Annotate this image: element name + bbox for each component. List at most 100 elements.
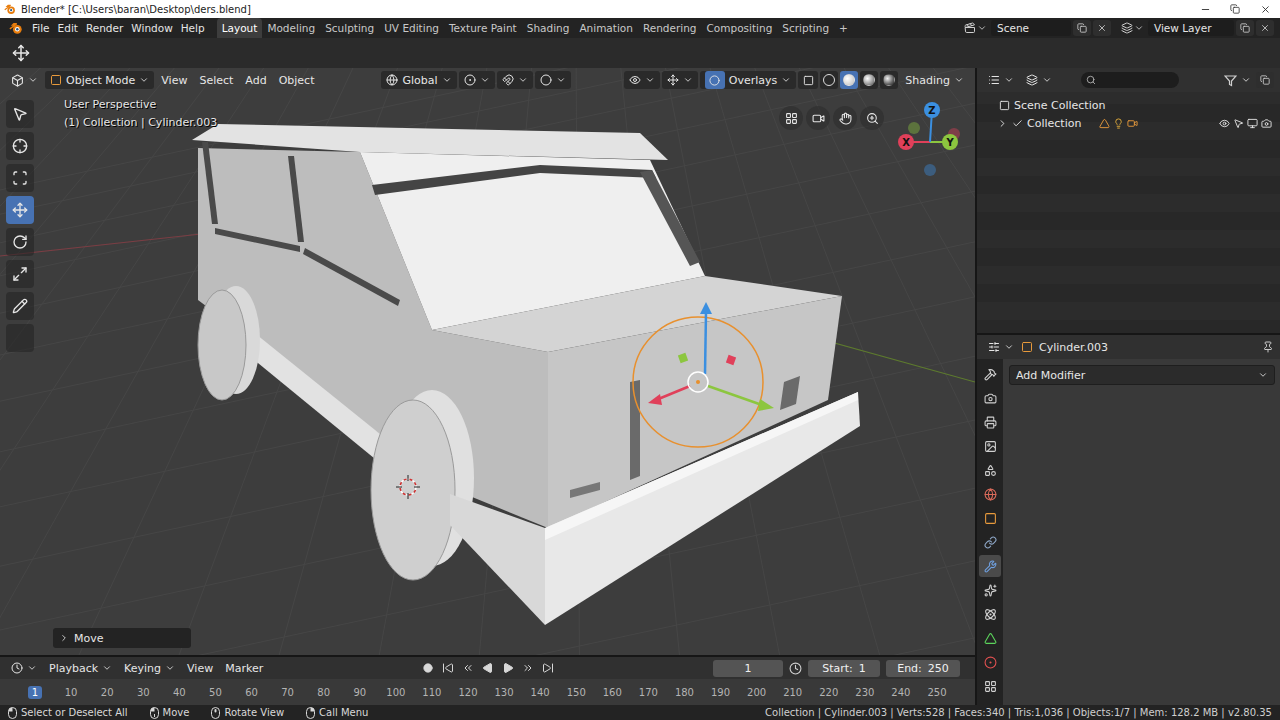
top-menu-item[interactable]: File bbox=[28, 19, 54, 37]
next-keyframe-button[interactable] bbox=[519, 659, 537, 677]
constraints-tab[interactable] bbox=[979, 531, 1001, 553]
outliner-row[interactable]: Scene Collection bbox=[977, 96, 1280, 114]
prev-keyframe-button[interactable] bbox=[459, 659, 477, 677]
add-modifier-dropdown[interactable]: Add Modifier bbox=[1009, 365, 1275, 385]
workspace-tab[interactable]: Scripting bbox=[777, 18, 834, 38]
render-tab[interactable] bbox=[979, 387, 1001, 409]
gizmo-button[interactable] bbox=[662, 71, 698, 89]
top-menu-item[interactable]: Window bbox=[127, 19, 176, 37]
editor-type-button[interactable] bbox=[983, 338, 1019, 356]
workspace-tab[interactable]: Animation bbox=[574, 18, 638, 38]
view-layer-name-field[interactable]: View Layer bbox=[1148, 20, 1234, 36]
shading-mode-button[interactable] bbox=[880, 71, 898, 89]
data-tab[interactable] bbox=[979, 627, 1001, 649]
render-visibility-icon[interactable] bbox=[1261, 118, 1272, 129]
viewport-visibility-icon[interactable] bbox=[1247, 118, 1258, 129]
new-collection-button[interactable] bbox=[1256, 72, 1274, 88]
visibility-button[interactable] bbox=[624, 71, 660, 89]
gizmo-axis[interactable]: Z bbox=[924, 102, 940, 176]
outliner-search-field[interactable] bbox=[1081, 72, 1179, 88]
new-scene-button[interactable] bbox=[1073, 20, 1091, 36]
filter-button[interactable] bbox=[1219, 71, 1256, 89]
jump-start-button[interactable] bbox=[439, 659, 457, 677]
delete-scene-button[interactable] bbox=[1093, 20, 1111, 36]
measure-tool-button[interactable] bbox=[6, 324, 34, 352]
tool-tab[interactable] bbox=[979, 363, 1001, 385]
timeline-menu-item[interactable]: Keying bbox=[119, 659, 180, 677]
active-tool-move-icon[interactable] bbox=[12, 44, 30, 62]
viewport-menu-item[interactable]: View bbox=[156, 71, 192, 89]
top-menu-item[interactable]: Render bbox=[82, 19, 127, 37]
eye-icon[interactable] bbox=[1219, 118, 1230, 129]
top-menu-item[interactable]: Help bbox=[177, 19, 209, 37]
cursor-tool-button[interactable] bbox=[6, 132, 34, 160]
blender-menu-button[interactable] bbox=[4, 18, 28, 38]
record-button[interactable] bbox=[419, 659, 437, 677]
selectable-icon[interactable] bbox=[1233, 118, 1244, 129]
minimize-button[interactable] bbox=[1190, 0, 1220, 18]
frame-ruler[interactable]: 1102030405060708090100110120130140150160… bbox=[0, 679, 975, 705]
workspace-tab[interactable]: Shading bbox=[522, 18, 575, 38]
top-menu-item[interactable]: Edit bbox=[54, 19, 82, 37]
scale-tool-button[interactable] bbox=[6, 260, 34, 288]
collection-checkbox-icon[interactable] bbox=[1012, 118, 1023, 129]
shading-mode-button[interactable] bbox=[840, 71, 858, 89]
3d-cursor-icon[interactable] bbox=[396, 475, 420, 499]
workspace-tab[interactable]: Modeling bbox=[262, 18, 320, 38]
orientation-dropdown[interactable]: Global bbox=[381, 71, 456, 89]
workspace-tab[interactable]: Texture Paint bbox=[444, 18, 522, 38]
delete-view-layer-button[interactable] bbox=[1256, 20, 1274, 36]
viewport-menu-item[interactable]: Object bbox=[274, 71, 320, 89]
material-tab[interactable] bbox=[979, 651, 1001, 673]
scene-name-field[interactable]: Scene bbox=[991, 20, 1071, 36]
navigation-gizmo[interactable]: XYZ bbox=[890, 98, 970, 178]
workspace-tab[interactable]: Compositing bbox=[702, 18, 778, 38]
collapsed-icon[interactable] bbox=[997, 118, 1008, 129]
modifiers-tab[interactable] bbox=[979, 555, 1001, 577]
editor-type-button[interactable] bbox=[983, 71, 1019, 89]
annotate-tool-button[interactable] bbox=[6, 292, 34, 320]
play-reverse-button[interactable] bbox=[479, 659, 497, 677]
jump-end-button[interactable] bbox=[539, 659, 557, 677]
timeline-menu-item[interactable]: View bbox=[182, 659, 218, 677]
viewport-menu-item[interactable]: Add bbox=[240, 71, 271, 89]
gizmo-axis[interactable]: X bbox=[898, 128, 960, 150]
shading-mode-button[interactable] bbox=[820, 71, 838, 89]
scene-tab[interactable] bbox=[979, 459, 1001, 481]
shading-mode-button[interactable] bbox=[860, 71, 878, 89]
view-layer-browse-button[interactable] bbox=[1119, 22, 1146, 34]
physics-tab[interactable] bbox=[979, 603, 1001, 625]
restore-button[interactable] bbox=[1220, 0, 1250, 18]
display-mode-button[interactable] bbox=[1021, 71, 1057, 89]
viewport-menu-item[interactable]: Select bbox=[194, 71, 238, 89]
move-gizmo-icon[interactable] bbox=[648, 302, 774, 411]
last-operator-panel[interactable]: Move bbox=[53, 628, 191, 648]
workspace-tab[interactable]: UV Editing bbox=[379, 18, 444, 38]
particles-tab[interactable] bbox=[979, 579, 1001, 601]
texture-tab[interactable] bbox=[979, 675, 1001, 697]
editor-type-button[interactable] bbox=[6, 71, 43, 89]
pan-view-button[interactable] bbox=[833, 106, 857, 130]
overlays-button[interactable]: Overlays bbox=[700, 71, 797, 89]
pin-icon[interactable] bbox=[1262, 341, 1274, 353]
mode-dropdown[interactable]: Object Mode bbox=[45, 71, 154, 89]
playhead[interactable]: 1 bbox=[28, 686, 42, 699]
timeline-menu-item[interactable]: Playback bbox=[44, 659, 117, 677]
object-tab[interactable] bbox=[979, 507, 1001, 529]
rotate-tool-button[interactable] bbox=[6, 228, 34, 256]
end-frame-field[interactable]: End:250 bbox=[886, 660, 960, 677]
current-frame-field[interactable]: 1 bbox=[713, 660, 783, 677]
zoom-view-button[interactable] bbox=[860, 106, 884, 130]
gizmo-axis[interactable]: Y bbox=[908, 122, 958, 150]
preview-range-icon[interactable] bbox=[789, 662, 802, 675]
viewport-scene[interactable] bbox=[0, 68, 975, 655]
camera-view-button[interactable] bbox=[806, 106, 830, 130]
workspace-tab[interactable]: Layout bbox=[217, 18, 263, 38]
close-button[interactable] bbox=[1250, 0, 1280, 18]
view_layer-tab[interactable] bbox=[979, 435, 1001, 457]
xray-toggle[interactable] bbox=[798, 71, 818, 89]
toggle-perspective-button[interactable] bbox=[779, 106, 803, 130]
scene-browse-button[interactable] bbox=[962, 22, 989, 34]
proportional-edit-button[interactable] bbox=[535, 71, 571, 89]
new-view-layer-button[interactable] bbox=[1236, 20, 1254, 36]
